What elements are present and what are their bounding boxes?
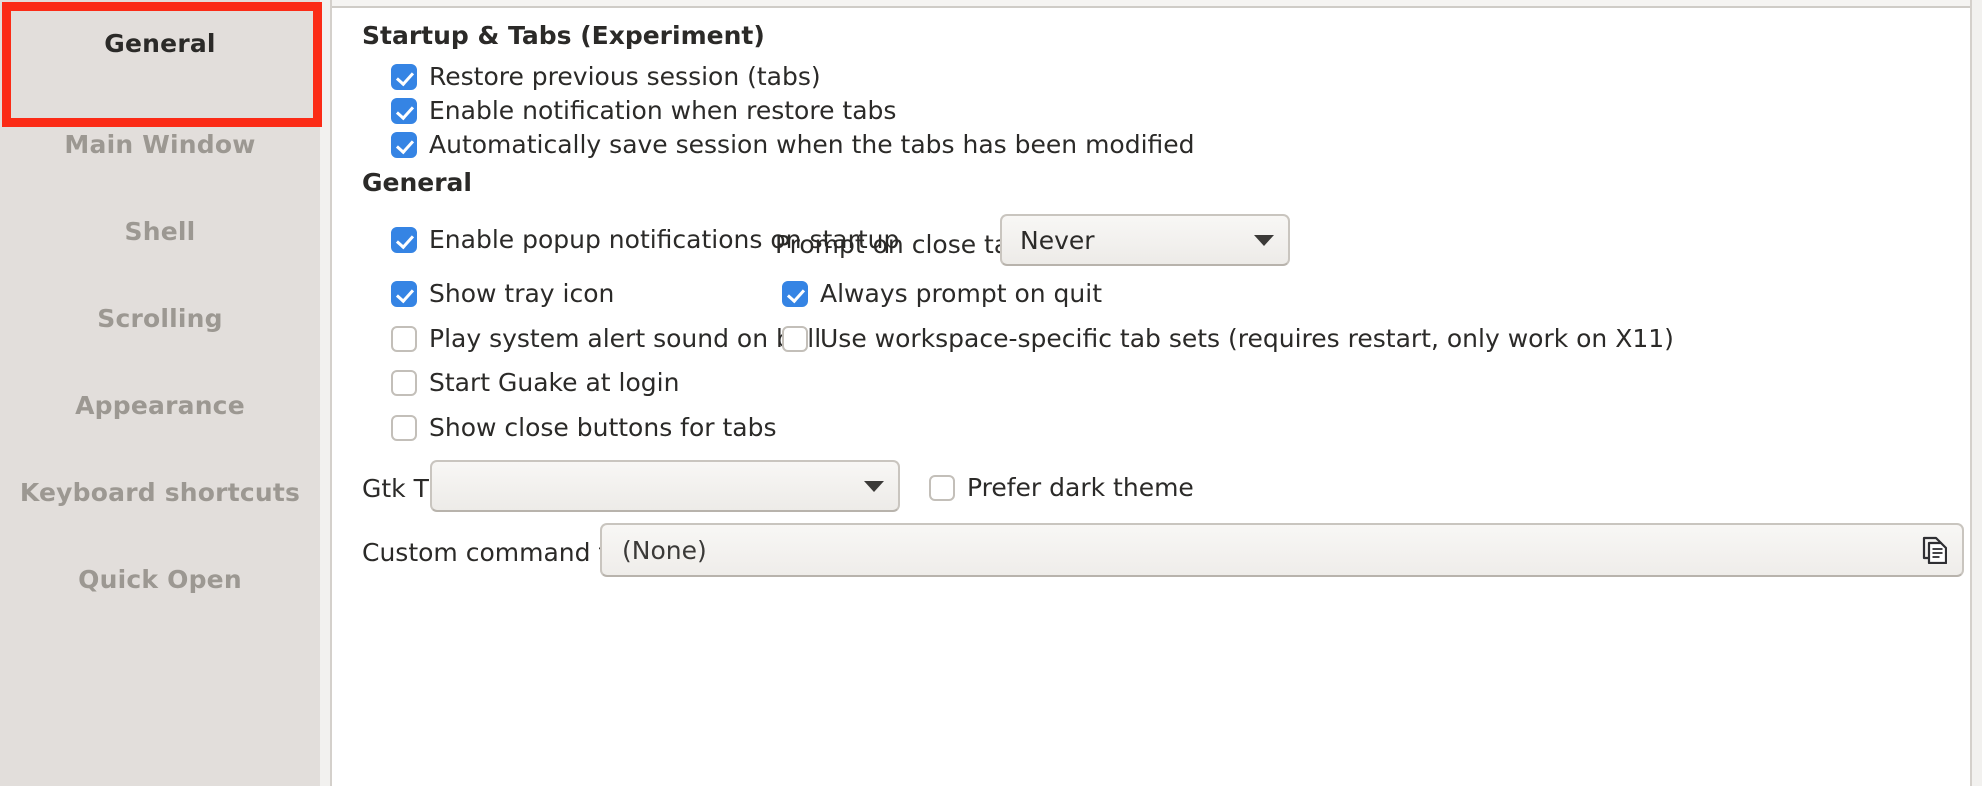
checkbox-indicator[interactable] — [391, 280, 417, 307]
checkbox-show-tray-icon[interactable]: Show tray icon — [391, 279, 614, 308]
checkbox-label: Enable notification when restore tabs — [429, 96, 897, 125]
sidebar-item-general[interactable]: General — [0, 0, 331, 86]
checkbox-enable-notification-restore-tabs[interactable]: Enable notification when restore tabs — [391, 96, 896, 125]
chevron-down-icon — [864, 480, 884, 492]
sidebar-item-appearance[interactable]: Appearance — [0, 362, 320, 448]
chevron-down-icon — [1254, 234, 1274, 246]
checkbox-restore-previous-session[interactable]: Restore previous session (tabs) — [391, 62, 821, 91]
checkbox-indicator[interactable] — [391, 131, 417, 158]
checkbox-label: Use workspace-specific tab sets (require… — [820, 324, 1674, 353]
settings-content-panel: Startup & Tabs (Experiment) Restore prev… — [334, 8, 1972, 786]
checkbox-label: Show tray icon — [429, 279, 615, 308]
checkbox-label: Restore previous session (tabs) — [429, 62, 821, 91]
sidebar-content-divider — [320, 0, 332, 786]
copy-document-icon[interactable] — [1912, 528, 1956, 572]
sidebar-item-label: Shell — [124, 216, 196, 246]
checkbox-indicator[interactable] — [782, 280, 808, 307]
checkbox-label: Prefer dark theme — [967, 473, 1194, 502]
checkbox-indicator[interactable] — [391, 369, 417, 396]
sidebar-item-label: Main Window — [64, 129, 256, 159]
preferences-window: General Main Window Shell Scrolling Appe… — [0, 0, 1982, 786]
checkbox-use-workspace-specific-tab-sets[interactable]: Use workspace-specific tab sets (require… — [782, 324, 1674, 353]
checkbox-play-system-alert-sound-on-bell[interactable]: Play system alert sound on bell — [391, 324, 821, 353]
settings-sidebar: General Main Window Shell Scrolling Appe… — [0, 0, 331, 786]
sidebar-item-main-window[interactable]: Main Window — [0, 101, 320, 187]
sidebar-item-label: Appearance — [75, 390, 245, 420]
sidebar-item-label: Keyboard shortcuts — [19, 477, 301, 507]
window-right-edge — [1970, 0, 1982, 786]
checkbox-prefer-dark-theme[interactable]: Prefer dark theme — [929, 473, 1194, 502]
checkbox-indicator[interactable] — [391, 414, 417, 441]
gtk-theme-dropdown[interactable] — [430, 460, 900, 512]
sidebar-item-keyboard-shortcuts[interactable]: Keyboard shortcuts — [0, 449, 320, 535]
checkbox-indicator[interactable] — [782, 325, 808, 352]
file-path-value: (None) — [622, 535, 707, 565]
checkbox-indicator[interactable] — [391, 325, 417, 352]
checkbox-label: Automatically save session when the tabs… — [429, 130, 1195, 159]
checkbox-start-guake-at-login[interactable]: Start Guake at login — [391, 368, 679, 397]
general-section-title: General — [362, 168, 472, 197]
checkbox-indicator[interactable] — [391, 226, 417, 253]
checkbox-label: Start Guake at login — [429, 368, 680, 397]
checkbox-always-prompt-on-quit[interactable]: Always prompt on quit — [782, 279, 1102, 308]
dropdown-selected-value: Never — [1020, 225, 1095, 255]
checkbox-show-close-buttons-for-tabs[interactable]: Show close buttons for tabs — [391, 413, 777, 442]
custom-command-file-path-field[interactable]: (None) — [600, 523, 1964, 577]
sidebar-item-label: Quick Open — [78, 564, 242, 594]
sidebar-item-label: Scrolling — [97, 303, 223, 333]
sidebar-item-scrolling[interactable]: Scrolling — [0, 275, 320, 361]
prompt-on-close-tab-label: Prompt on close tab: — [775, 230, 1034, 259]
sidebar-item-shell[interactable]: Shell — [0, 188, 320, 274]
checkbox-label: Show close buttons for tabs — [429, 413, 777, 442]
checkbox-autosave-session-on-tab-modified[interactable]: Automatically save session when the tabs… — [391, 130, 1195, 159]
sidebar-item-quick-open[interactable]: Quick Open — [0, 536, 320, 622]
checkbox-label: Play system alert sound on bell — [429, 324, 822, 353]
checkbox-label: Always prompt on quit — [820, 279, 1102, 308]
checkbox-indicator[interactable] — [391, 97, 417, 124]
checkbox-indicator[interactable] — [929, 474, 955, 501]
startup-tabs-section-title: Startup & Tabs (Experiment) — [362, 21, 765, 50]
sidebar-item-label: General — [104, 28, 216, 58]
prompt-on-close-tab-dropdown[interactable]: Never — [1000, 214, 1290, 266]
checkbox-indicator[interactable] — [391, 63, 417, 90]
